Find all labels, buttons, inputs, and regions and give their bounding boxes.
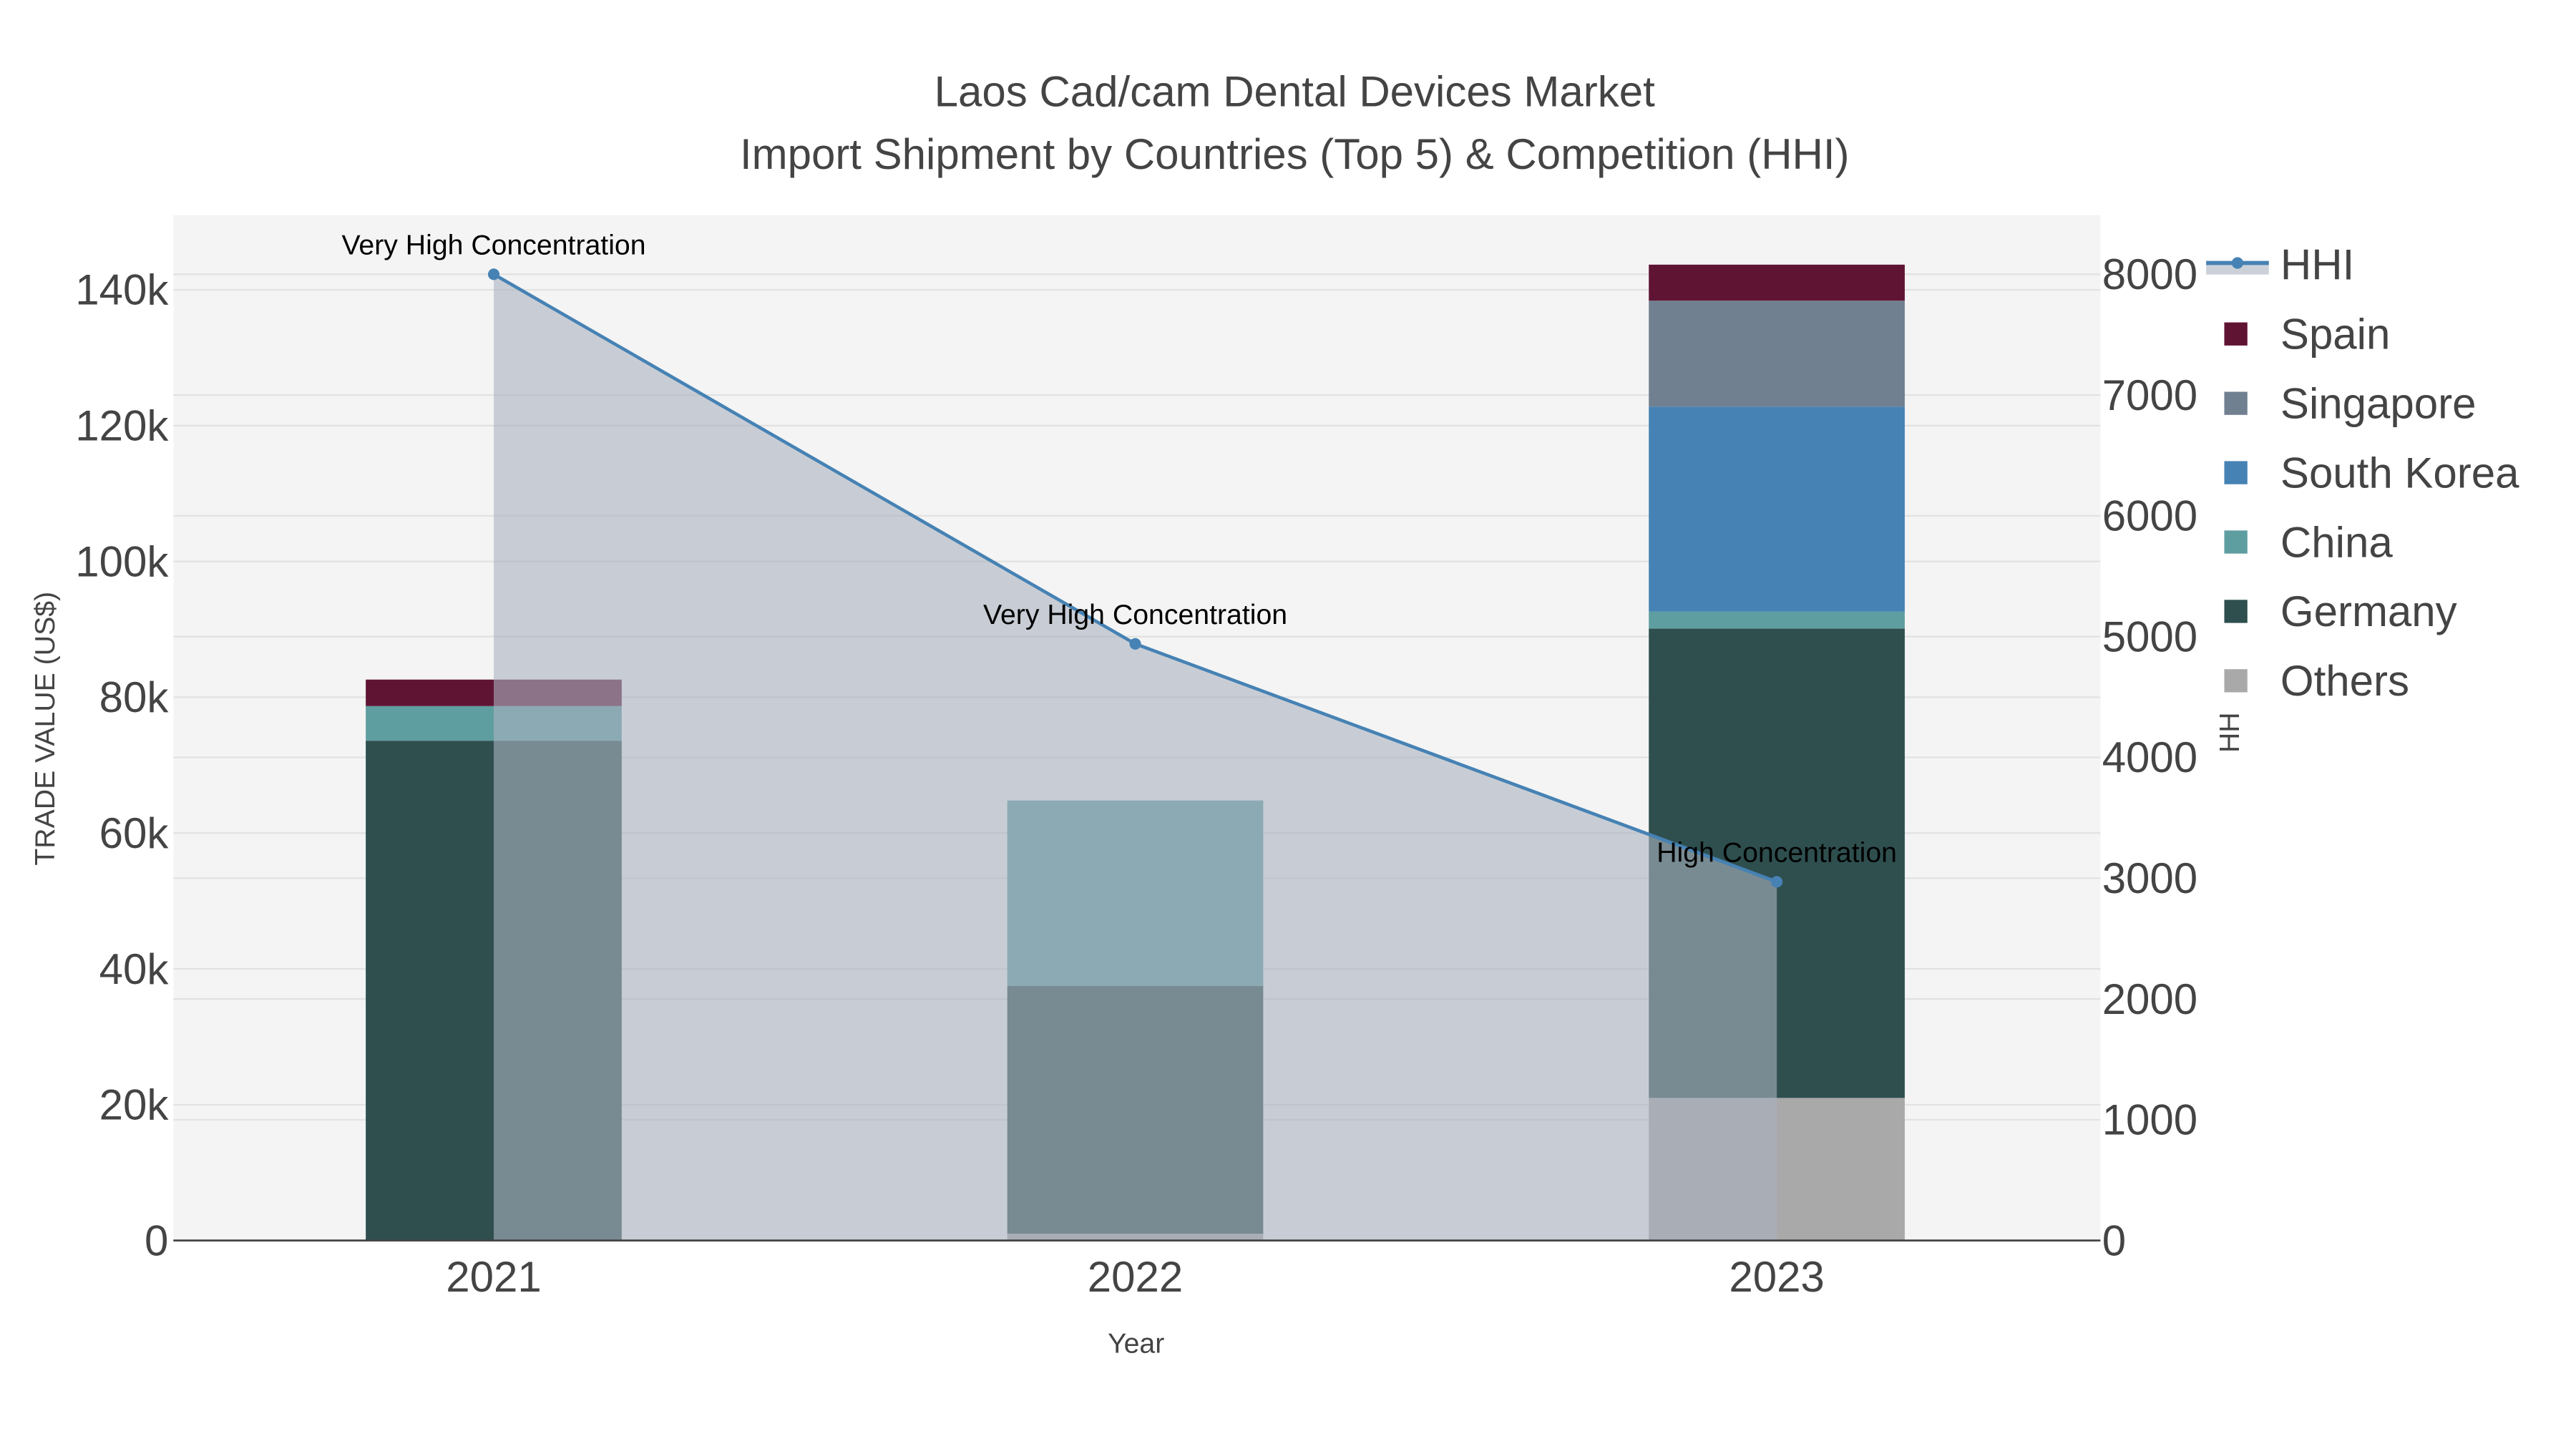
- hhi-point-2021: [487, 268, 500, 280]
- y-tick-label: 140k: [75, 266, 169, 314]
- legend-swatch-icon: [2224, 600, 2248, 623]
- x-tick-label: 2022: [1088, 1253, 1183, 1301]
- y2-tick-label: 6000: [2102, 492, 2197, 540]
- x-axis-ticks: 2021 2022 2023: [446, 1253, 1825, 1301]
- legend-swatch-icon: [2224, 322, 2248, 346]
- y-tick-label: 0: [145, 1216, 168, 1264]
- legend-item-label: China: [2280, 518, 2393, 566]
- y2-tick-label: 0: [2102, 1216, 2126, 1264]
- legend-item-label: Others: [2280, 657, 2409, 705]
- bar-south-korea-2023: [1649, 406, 1905, 612]
- x-tick-label: 2021: [446, 1253, 541, 1301]
- legend: HHI Spain Singapore South Korea China Germany…: [2201, 231, 2576, 711]
- y2-tick-label: 8000: [2102, 250, 2197, 298]
- y2-axis-title: HHI: [2214, 704, 2245, 753]
- hhi-import-chart: 0 20k 40k 60k 80k 100k 120k 140k 0 1000 2000 3000 4…: [29, 67, 2576, 1360]
- bar-singapore-2023: [1649, 301, 1905, 407]
- legend-swatch-icon: [2224, 461, 2248, 484]
- hhi-annotation-2022: Very High Concentration: [983, 599, 1287, 630]
- x-tick-label: 2023: [1729, 1253, 1824, 1301]
- bar-china-2023: [1649, 611, 1905, 629]
- y-tick-label: 40k: [99, 945, 170, 993]
- legend-item-label: Singapore: [2280, 379, 2477, 427]
- legend-swatch-icon: [2224, 669, 2248, 693]
- y2-axis-ticks: 0 1000 2000 3000 4000 5000 6000 7000 8000: [2102, 250, 2197, 1264]
- legend-item-label: Spain: [2280, 310, 2390, 358]
- legend-item-label: South Korea: [2280, 449, 2519, 497]
- y-axis-ticks: 0 20k 40k 60k 80k 100k 120k 140k: [75, 266, 169, 1265]
- hhi-annotation-2023: High Concentration: [1657, 837, 1897, 869]
- y2-tick-label: 5000: [2102, 613, 2197, 660]
- legend-swatch-icon: [2224, 391, 2248, 415]
- legend-item-label: Germany: [2280, 587, 2457, 635]
- bar-spain-2023: [1649, 264, 1905, 301]
- hhi-point-2023: [1771, 876, 1783, 888]
- y-tick-label: 80k: [99, 673, 170, 721]
- y-tick-label: 20k: [99, 1081, 170, 1129]
- chart-title: Laos Cad/cam Dental Devices Market: [935, 67, 1655, 115]
- y-axis-title: TRADE VALUE (US$): [29, 592, 61, 866]
- legend-item-label: HHI: [2280, 241, 2354, 289]
- y2-tick-label: 7000: [2102, 371, 2197, 419]
- legend-hhi-marker-icon: [2231, 257, 2243, 269]
- legend-swatch-icon: [2224, 530, 2248, 554]
- y-tick-label: 60k: [99, 809, 170, 857]
- x-axis-title: Year: [1108, 1328, 1164, 1360]
- y2-tick-label: 4000: [2102, 733, 2197, 781]
- y-tick-label: 100k: [75, 537, 169, 585]
- hhi-annotation-2021: Very High Concentration: [341, 230, 645, 261]
- hhi-point-2022: [1129, 638, 1141, 650]
- y2-tick-label: 3000: [2102, 854, 2197, 902]
- y-tick-label: 120k: [75, 402, 169, 450]
- chart-subtitle: Import Shipment by Countries (Top 5) & C…: [740, 130, 1850, 178]
- y2-tick-label: 1000: [2102, 1096, 2197, 1144]
- y2-tick-label: 2000: [2102, 975, 2197, 1023]
